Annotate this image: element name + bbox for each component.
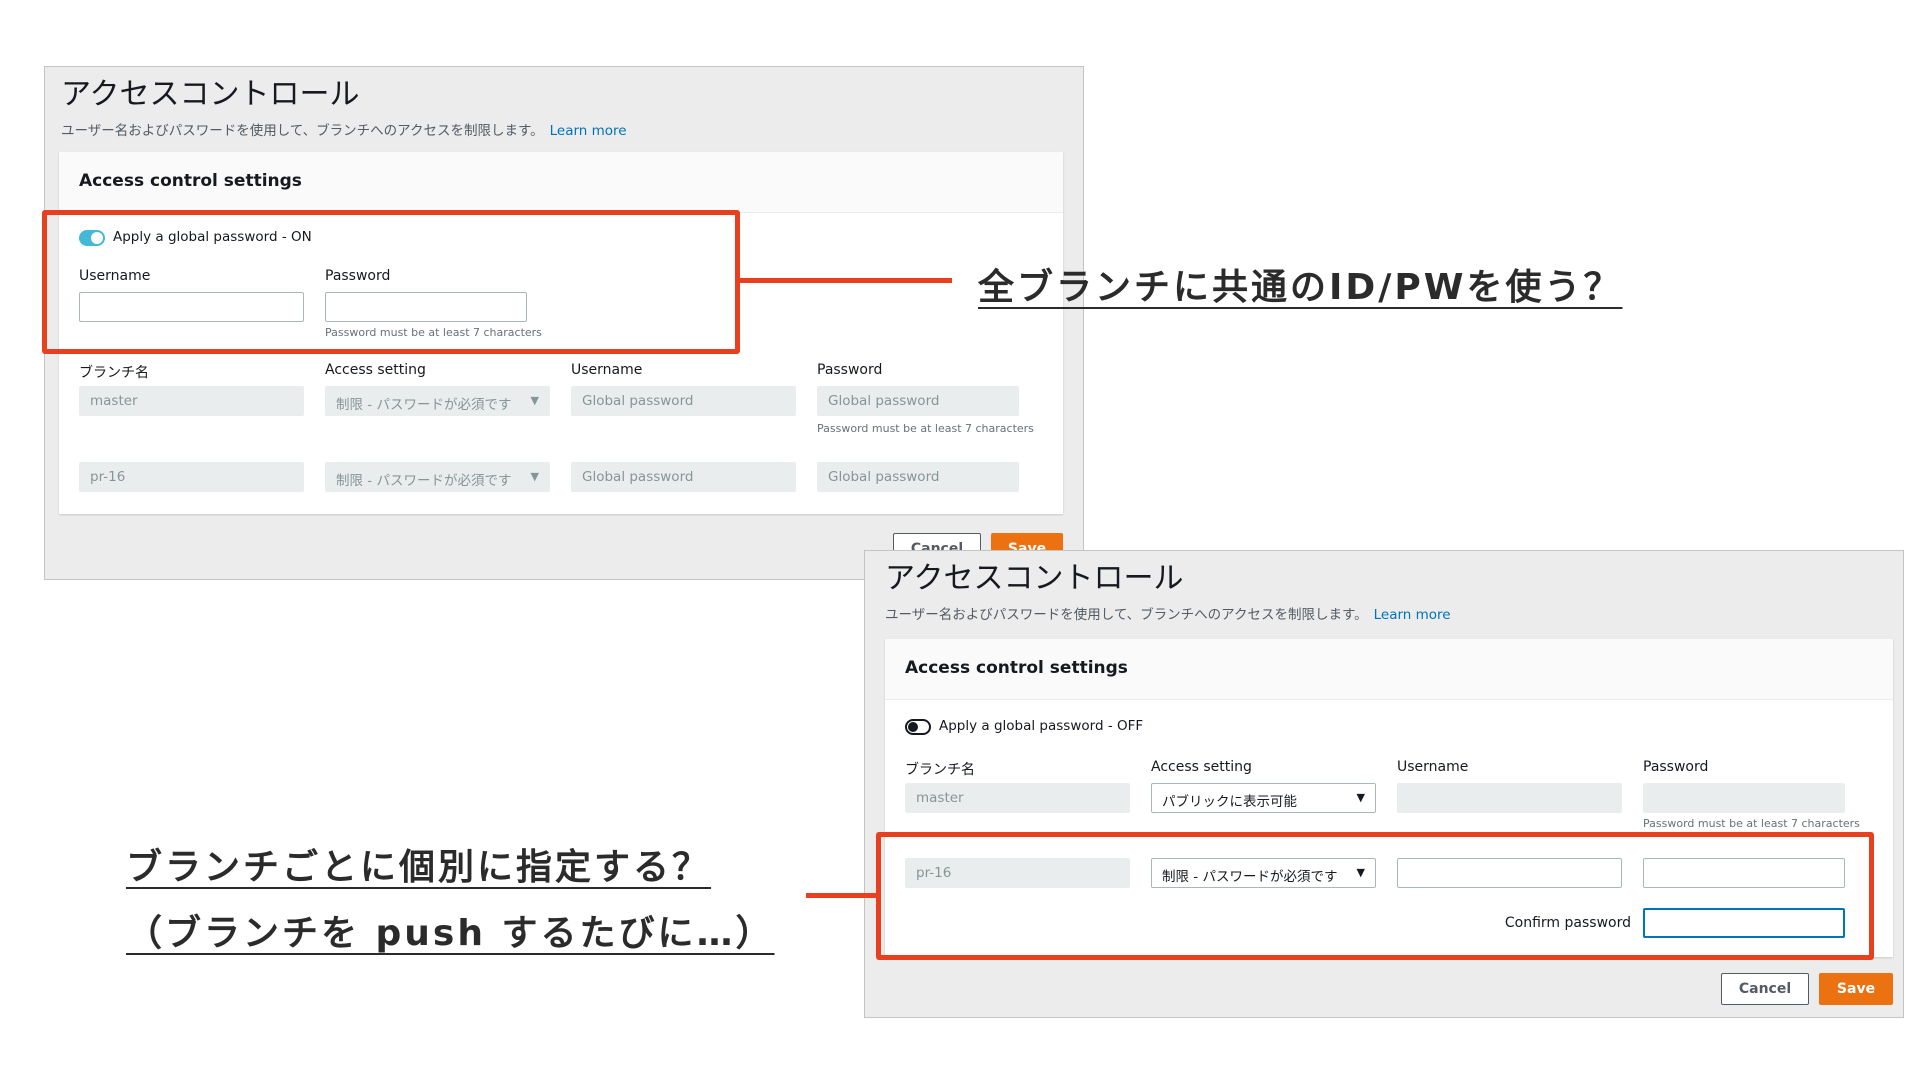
card-title: Access control settings <box>79 171 302 191</box>
save-button[interactable]: Save <box>1819 973 1893 1005</box>
description-text: ユーザー名およびパスワードを使用して、ブランチへのアクセスを制限します。 <box>61 123 544 139</box>
caret-down-icon: ▼ <box>530 470 539 483</box>
callout-per-branch-line1: ブランチごとに個別に指定する？ <box>126 847 712 888</box>
annotation-connector-global <box>738 278 952 283</box>
caret-down-icon: ▼ <box>1356 791 1365 804</box>
column-username: Username <box>1397 759 1469 775</box>
password-master: Global password <box>817 386 1019 416</box>
access-setting-select-pr16: 制限 - パスワードが必須です ▼ <box>325 462 550 492</box>
column-branch: ブランチ名 <box>905 762 975 778</box>
password-hint-master: Password must be at least 7 characters <box>1643 817 1860 830</box>
column-username: Username <box>571 362 643 378</box>
access-setting-value: 制限 - パスワードが必須です <box>336 473 512 489</box>
username-pr16: Global password <box>571 462 796 492</box>
annotation-connector-per-branch <box>806 893 878 898</box>
callout-global-password: 全ブランチに共通のID/PWを使う？ <box>978 267 1623 308</box>
panel-description: ユーザー名およびパスワードを使用して、ブランチへのアクセスを制限します。 Lear… <box>885 603 1451 623</box>
password-hint-master: Password must be at least 7 characters <box>817 422 1034 435</box>
branch-name-master: master <box>79 386 304 416</box>
access-setting-select-master[interactable]: パブリックに表示可能 ▼ <box>1151 783 1376 813</box>
panel-title: アクセスコントロール <box>61 77 360 112</box>
callout-per-branch-line2: （ブランチを push するたびに…） <box>126 913 775 954</box>
card-header: Access control settings <box>59 152 1063 213</box>
description-text: ユーザー名およびパスワードを使用して、ブランチへのアクセスを制限します。 <box>885 607 1368 623</box>
access-setting-select-master: 制限 - パスワードが必須です ▼ <box>325 386 550 416</box>
username-master: Global password <box>571 386 796 416</box>
learn-more-link[interactable]: Learn more <box>1374 607 1451 623</box>
column-password: Password <box>1643 759 1709 775</box>
global-password-toggle[interactable] <box>905 719 931 735</box>
card-title: Access control settings <box>905 658 1128 678</box>
column-access: Access setting <box>325 362 426 378</box>
password-master <box>1643 783 1845 813</box>
column-branch: ブランチ名 <box>79 365 149 381</box>
access-setting-value: パブリックに表示可能 <box>1162 794 1297 810</box>
branch-name-master: master <box>905 783 1130 813</box>
panel-title: アクセスコントロール <box>885 561 1184 596</box>
card-header: Access control settings <box>885 639 1893 700</box>
password-pr16: Global password <box>817 462 1019 492</box>
access-setting-value: 制限 - パスワードが必須です <box>336 397 512 413</box>
column-password: Password <box>817 362 883 378</box>
annotation-box-global <box>42 210 740 354</box>
annotation-box-per-branch <box>876 832 1874 960</box>
caret-down-icon: ▼ <box>530 394 539 407</box>
column-access: Access setting <box>1151 759 1252 775</box>
cancel-button[interactable]: Cancel <box>1721 973 1809 1005</box>
panel-description: ユーザー名およびパスワードを使用して、ブランチへのアクセスを制限します。 Lear… <box>61 119 627 139</box>
username-master <box>1397 783 1622 813</box>
toggle-label: Apply a global password - OFF <box>939 718 1144 734</box>
branch-name-pr16: pr-16 <box>79 462 304 492</box>
learn-more-link[interactable]: Learn more <box>550 123 627 139</box>
